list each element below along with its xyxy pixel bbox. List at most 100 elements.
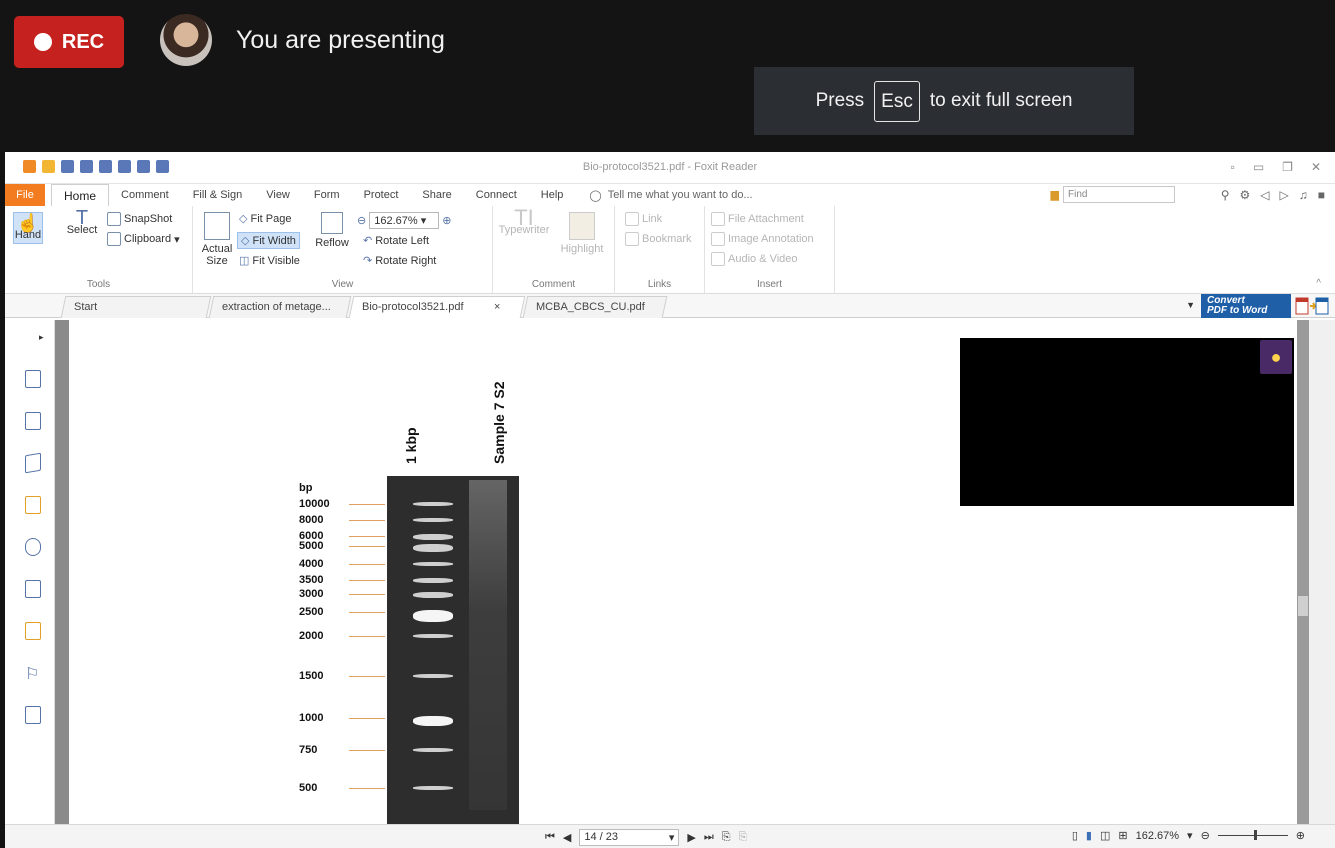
zoom-control: ⊖ 162.67% ▾ ⊕ xyxy=(357,212,451,229)
fit-page-button[interactable]: ◇ Fit Page xyxy=(239,212,291,226)
tell-me-search[interactable]: ◯ Tell me what you want to do... xyxy=(575,189,752,202)
snapshot-button[interactable]: SnapShot xyxy=(107,212,172,226)
search-icon[interactable]: ⚲ xyxy=(1221,188,1230,202)
audio-video-button[interactable]: Audio & Video xyxy=(711,252,798,266)
gel-image xyxy=(387,476,519,826)
collapse-ribbon-icon[interactable]: ^ xyxy=(1316,278,1321,289)
zoom-out-icon[interactable]: ⊖ xyxy=(1201,829,1210,842)
doc-tab-mcba[interactable]: MCBA_CBCS_CU.pdf xyxy=(522,296,668,318)
prev-page-icon[interactable]: ◀ xyxy=(563,831,571,844)
clipboard-icon xyxy=(107,232,121,246)
facing-page-icon[interactable]: ◫ xyxy=(1100,829,1110,842)
tab-help[interactable]: Help xyxy=(529,184,576,206)
doc-tab-extraction[interactable]: extraction of metage... xyxy=(208,296,352,318)
zoom-in-icon[interactable]: ⊕ xyxy=(442,214,451,227)
expand-panel-icon[interactable]: ▸ xyxy=(39,332,44,343)
pages-icon[interactable] xyxy=(25,412,41,430)
continuous-page-icon[interactable]: ▮ xyxy=(1086,829,1092,842)
rotate-left-button[interactable]: ↶ Rotate Left xyxy=(363,234,429,248)
ladder-size-label: 8000 xyxy=(299,514,324,526)
tab-view[interactable]: View xyxy=(254,184,302,206)
reflow-button[interactable]: Reflow xyxy=(315,212,349,249)
zoom-select[interactable]: 162.67% ▾ xyxy=(369,212,440,229)
comments-icon[interactable] xyxy=(25,496,41,514)
rec-indicator: REC xyxy=(14,16,124,68)
title-bar: Bio-protocol3521.pdf - Foxit Reader ▫ ▭ … xyxy=(5,152,1335,184)
ladder-band xyxy=(413,786,453,790)
document-info-icon[interactable] xyxy=(25,706,41,724)
restore-icon[interactable]: ❐ xyxy=(1282,160,1293,174)
tab-home[interactable]: Home xyxy=(51,184,110,206)
ladder-tick xyxy=(349,504,385,505)
find-folder-icon: ▆ xyxy=(1050,189,1059,201)
hand-button[interactable]: ☝ Hand xyxy=(13,212,43,244)
security-lock-icon[interactable] xyxy=(25,622,41,640)
link-button[interactable]: Link xyxy=(625,212,662,226)
sample-lane-smear xyxy=(469,480,507,810)
prev-result-icon[interactable]: ◁ xyxy=(1260,188,1269,202)
continuous-facing-icon[interactable]: ⊞ xyxy=(1118,829,1127,842)
ladder-band xyxy=(413,562,453,566)
link-label: Link xyxy=(642,213,663,225)
accessibility-icon[interactable]: ⚐ xyxy=(25,664,41,683)
single-page-icon[interactable]: ▯ xyxy=(1072,829,1078,842)
clipboard-button[interactable]: Clipboard ▾ xyxy=(107,232,180,246)
image-annotation-button[interactable]: Image Annotation xyxy=(711,232,814,246)
layers-icon[interactable] xyxy=(25,452,41,474)
notification-icon[interactable]: ♫ xyxy=(1299,188,1308,202)
doc-tab-bio-protocol[interactable]: Bio-protocol3521.pdf × xyxy=(348,296,526,318)
actual-size-button[interactable]: Actual Size xyxy=(199,212,235,267)
close-icon[interactable]: ✕ xyxy=(1311,160,1321,174)
page-gutter xyxy=(55,320,69,824)
lightbulb-icon: ◯ xyxy=(589,189,602,202)
zoom-dropdown-icon[interactable]: ▾ xyxy=(1187,829,1193,842)
close-tab-icon[interactable]: × xyxy=(494,301,500,313)
scrollbar-thumb[interactable] xyxy=(1298,596,1308,616)
highlight-button[interactable]: Highlight xyxy=(557,212,607,255)
lightbulb-icon[interactable]: ● xyxy=(1260,340,1292,374)
page-number-input[interactable]: 14 / 23 ▾ xyxy=(579,829,680,846)
typewriter-button[interactable]: TI Typewriter xyxy=(499,207,550,237)
lane-label-ladder: 1 kbp xyxy=(403,427,419,464)
zoom-slider[interactable] xyxy=(1217,830,1288,840)
tab-comment[interactable]: Comment xyxy=(109,184,181,206)
tab-form[interactable]: Form xyxy=(302,184,352,206)
tab-fill-sign[interactable]: Fill & Sign xyxy=(181,184,255,206)
find-input[interactable]: Find xyxy=(1063,186,1175,203)
zoom-out-icon[interactable]: ⊖ xyxy=(357,214,366,227)
next-view-icon[interactable]: ⎘ xyxy=(739,831,748,844)
bookmark-button[interactable]: Bookmark xyxy=(625,232,692,246)
tab-share[interactable]: Share xyxy=(410,184,463,206)
select-button[interactable]: T Select xyxy=(65,208,99,236)
rotate-right-label: Rotate Right xyxy=(375,254,437,267)
rotate-right-button[interactable]: ↷ Rotate Right xyxy=(363,254,437,268)
signature-icon[interactable] xyxy=(25,580,41,598)
bookmarks-icon[interactable] xyxy=(25,370,41,388)
convert-pdf-to-word-button[interactable]: Convert PDF to Word xyxy=(1201,294,1291,318)
fit-width-button[interactable]: ◇ Fit Width xyxy=(237,232,300,249)
first-page-icon[interactable]: ⏮ xyxy=(545,831,555,844)
next-page-icon[interactable]: ▶ xyxy=(687,831,695,844)
last-page-icon[interactable]: ⏭ xyxy=(704,831,714,844)
settings-icon[interactable]: ⚙ xyxy=(1240,188,1251,202)
fit-visible-button[interactable]: ◫ Fit Visible xyxy=(239,254,300,268)
tab-protect[interactable]: Protect xyxy=(352,184,411,206)
attachments-icon[interactable] xyxy=(25,538,41,556)
minimize-icon[interactable]: ▭ xyxy=(1253,160,1264,174)
user-icon[interactable]: ■ xyxy=(1318,188,1325,202)
pdf-to-word-icon[interactable] xyxy=(1295,296,1329,316)
file-attachment-button[interactable]: File Attachment xyxy=(711,212,804,226)
next-result-icon[interactable]: ▷ xyxy=(1280,188,1289,202)
chevron-down-icon[interactable]: ▼ xyxy=(1186,300,1195,310)
group-comment: TI Typewriter Highlight Comment xyxy=(493,206,615,294)
zoom-slider-knob[interactable] xyxy=(1254,830,1258,840)
ribbon-options-icon[interactable]: ▫ xyxy=(1231,160,1235,174)
doc-tab-start[interactable]: Start xyxy=(60,296,212,318)
vertical-scrollbar[interactable] xyxy=(1297,320,1309,824)
file-menu[interactable]: File xyxy=(5,184,45,206)
scrollbar-track-right[interactable] xyxy=(1309,320,1335,824)
zoom-in-icon[interactable]: ⊕ xyxy=(1296,829,1305,842)
previous-view-icon[interactable]: ⎘ xyxy=(722,831,731,844)
find-toolbar: ⚲ ⚙ ◁ ▷ ♫ ■ xyxy=(1221,188,1325,202)
tab-connect[interactable]: Connect xyxy=(464,184,529,206)
